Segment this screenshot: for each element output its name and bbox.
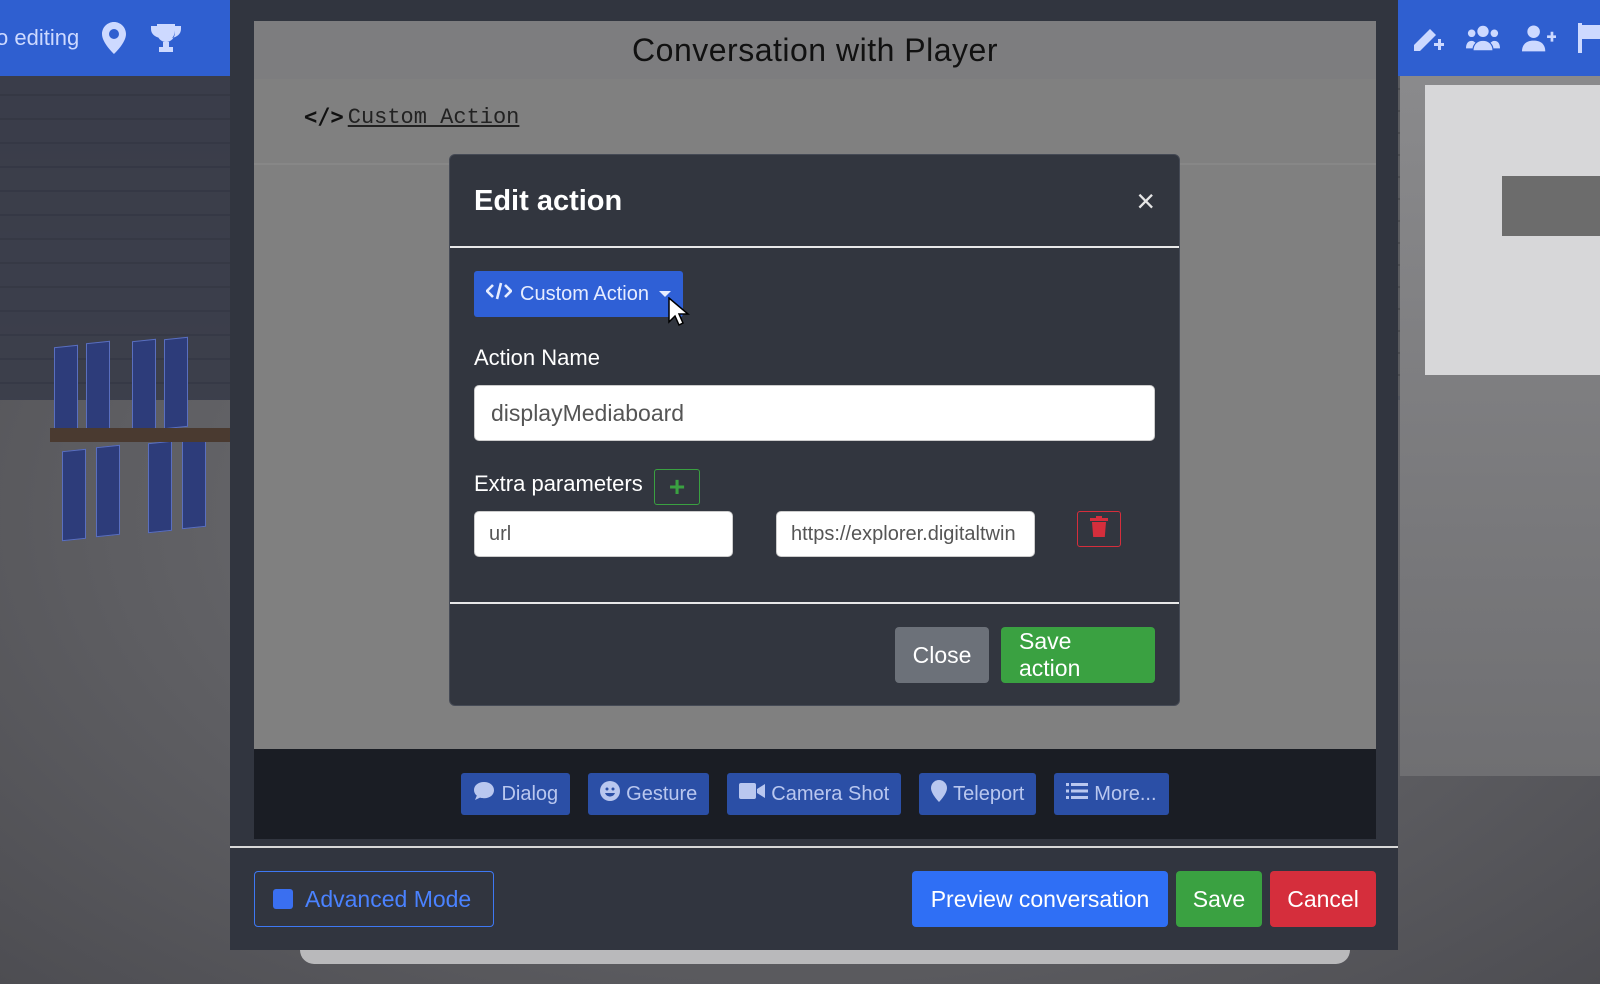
top-toolbar-left: o editing bbox=[0, 0, 232, 76]
footer-actions: Preview conversation Save Cancel bbox=[912, 871, 1376, 927]
window-title: Conversation with Player bbox=[632, 31, 998, 68]
modal-footer-divider bbox=[450, 602, 1179, 604]
editing-label[interactable]: o editing bbox=[0, 25, 79, 51]
delete-parameter-button[interactable] bbox=[1077, 511, 1121, 547]
modal-title: Edit action bbox=[474, 184, 623, 217]
save-action-button[interactable]: Save action bbox=[1001, 627, 1155, 683]
code-icon: </> bbox=[304, 105, 344, 130]
checkbox-icon[interactable] bbox=[273, 889, 293, 909]
action-item-custom-action[interactable]: </> Custom Action bbox=[304, 105, 519, 130]
flag-icon[interactable] bbox=[1578, 21, 1600, 55]
trophy-icon[interactable] bbox=[149, 21, 183, 55]
video-icon bbox=[739, 782, 766, 806]
map-marker-icon[interactable] bbox=[97, 21, 131, 55]
action-item-label[interactable]: Custom Action bbox=[348, 105, 520, 130]
close-button[interactable]: Close bbox=[895, 627, 989, 683]
user-plus-icon[interactable] bbox=[1522, 21, 1556, 55]
comment-icon bbox=[473, 781, 495, 807]
close-icon[interactable]: × bbox=[1136, 185, 1155, 217]
edit-action-modal: Edit action × Custom Action Action Name … bbox=[449, 154, 1180, 706]
more-button[interactable]: More... bbox=[1054, 773, 1169, 815]
teleport-label: Teleport bbox=[953, 782, 1025, 805]
camera-shot-label: Camera Shot bbox=[771, 782, 890, 805]
scene-bottom-strip bbox=[300, 950, 1350, 964]
advanced-mode-toggle[interactable]: Advanced Mode bbox=[254, 871, 494, 927]
window-header: Conversation with Player bbox=[254, 21, 1376, 79]
action-type-dropdown[interactable]: Custom Action bbox=[474, 271, 683, 317]
action-name-label: Action Name bbox=[474, 345, 600, 370]
map-marker-icon bbox=[931, 780, 948, 808]
modal-footer: Close Save action bbox=[895, 627, 1155, 683]
action-type-label: Custom Action bbox=[520, 282, 649, 305]
users-icon[interactable] bbox=[1466, 21, 1500, 55]
gesture-button[interactable]: Gesture bbox=[588, 773, 710, 815]
smile-icon bbox=[600, 781, 621, 807]
param-key-input[interactable]: url bbox=[474, 511, 733, 557]
modal-header: Edit action × bbox=[450, 155, 1179, 247]
mouse-cursor-icon bbox=[668, 296, 691, 332]
more-label: More... bbox=[1094, 782, 1157, 805]
top-toolbar-right bbox=[1398, 0, 1600, 76]
action-tools-bar: Dialog Gesture Camera Shot Teleport More… bbox=[254, 749, 1376, 839]
teleport-button[interactable]: Teleport bbox=[919, 773, 1037, 815]
save-button[interactable]: Save bbox=[1176, 871, 1262, 927]
list-icon bbox=[1066, 782, 1089, 806]
param-value-input[interactable]: https://explorer.digitaltwin bbox=[776, 511, 1035, 557]
dialog-label: Dialog bbox=[501, 782, 559, 805]
modal-header-divider bbox=[450, 246, 1179, 248]
code-icon bbox=[485, 282, 513, 306]
footer-divider bbox=[230, 846, 1398, 848]
add-parameter-button[interactable]: + bbox=[654, 469, 700, 505]
advanced-mode-label: Advanced Mode bbox=[305, 885, 472, 912]
cancel-button[interactable]: Cancel bbox=[1270, 871, 1376, 927]
action-name-input[interactable]: displayMediaboard bbox=[474, 385, 1155, 441]
dialog-button[interactable]: Dialog bbox=[461, 773, 571, 815]
trash-icon bbox=[1090, 515, 1108, 543]
extra-parameters-label: Extra parameters bbox=[474, 471, 643, 496]
scene-right-slot bbox=[1502, 176, 1600, 236]
plus-icon: + bbox=[668, 471, 686, 502]
camera-shot-button[interactable]: Camera Shot bbox=[727, 773, 902, 815]
gesture-label: Gesture bbox=[626, 782, 698, 805]
edit-plus-icon[interactable] bbox=[1410, 21, 1444, 55]
preview-conversation-button[interactable]: Preview conversation bbox=[912, 871, 1168, 927]
space-station-model bbox=[40, 300, 240, 560]
